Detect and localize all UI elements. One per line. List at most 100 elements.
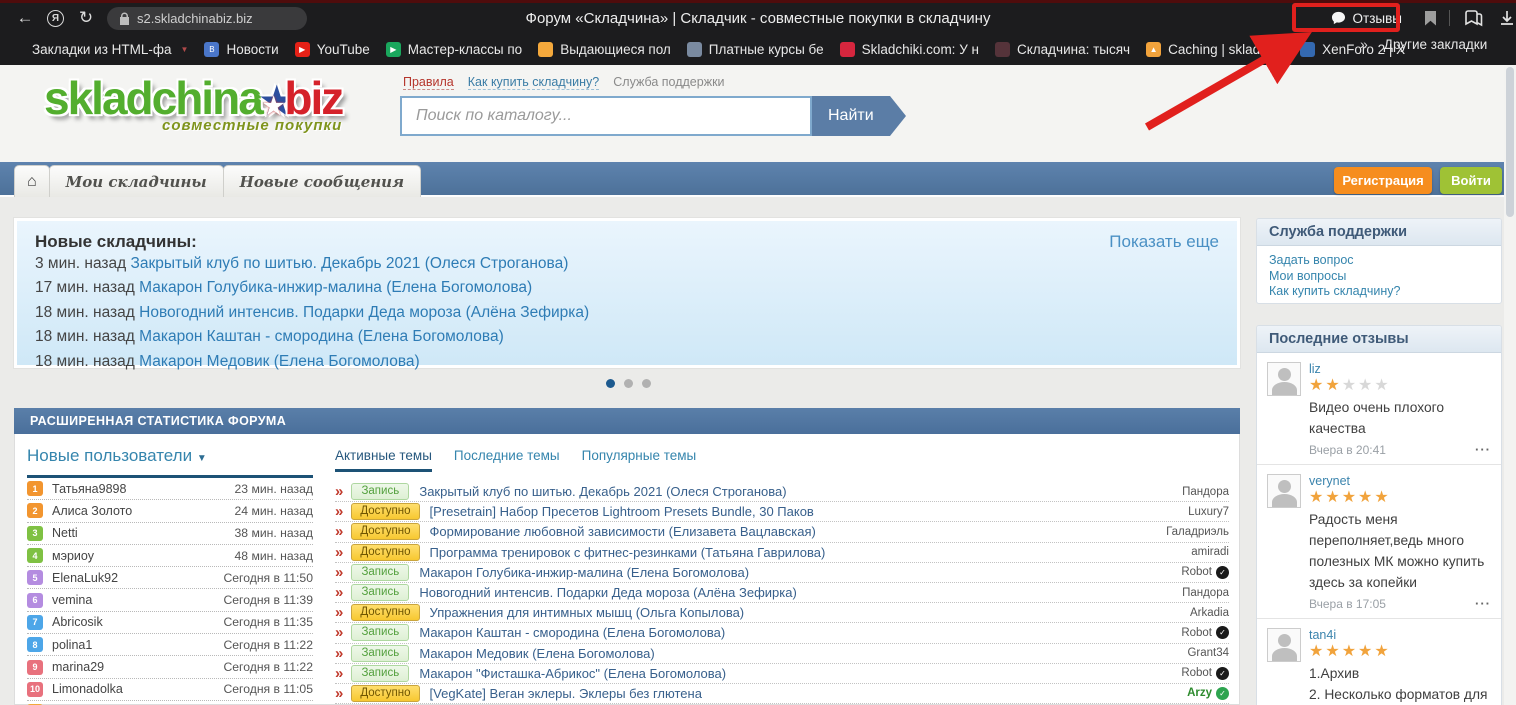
avatar[interactable]	[1267, 362, 1301, 396]
item-link[interactable]: Новогодний интенсив. Подарки Деда мороза…	[139, 304, 589, 321]
topic-link[interactable]: Макарон "Фисташка-Абрикос" (Елена Богомо…	[419, 666, 726, 681]
user-name-link[interactable]: polina1	[52, 638, 92, 652]
user-name-link[interactable]: Limonadolka	[52, 682, 123, 696]
bookmark-label: YouTube	[317, 42, 370, 57]
address-bar[interactable]: s2.skladchinabiz.biz	[107, 7, 307, 30]
register-button[interactable]: Регистрация	[1334, 167, 1432, 194]
rank-badge: 9	[27, 660, 43, 675]
avatar[interactable]	[1267, 628, 1301, 662]
home-tab[interactable]: ⌂	[14, 165, 50, 197]
review-menu-dots[interactable]: ···	[1475, 442, 1491, 457]
topic-author-link[interactable]: Robot	[1181, 566, 1212, 578]
bookmark-item[interactable]: Skladchiki.com: У н	[840, 42, 979, 57]
rules-link[interactable]: Правила	[403, 75, 454, 90]
user-name-link[interactable]: Abricosik	[52, 615, 103, 629]
collections-icon[interactable]	[1463, 8, 1485, 28]
topic-author-link[interactable]: Grant34	[1187, 647, 1229, 659]
topic-author-link[interactable]: Luxury7	[1188, 506, 1229, 518]
topic-status-badge: Запись	[351, 645, 409, 662]
topic-link[interactable]: Программа тренировок с фитнес-резинками …	[430, 545, 826, 560]
bookmark-item[interactable]: Закладки из HTML-фа ▼	[10, 42, 188, 57]
user-name-link[interactable]: Netti	[52, 526, 78, 540]
other-bookmarks-button[interactable]: Другие закладки	[1384, 37, 1487, 52]
tab-new-messages[interactable]: Новые сообщения	[223, 165, 421, 197]
carousel-dot-3[interactable]	[642, 379, 651, 388]
bookmark-item[interactable]: В Новости	[204, 42, 278, 57]
bookmark-label: Закладки из HTML-фа	[32, 42, 172, 57]
review-menu-dots[interactable]: ···	[1475, 596, 1491, 611]
topic-link[interactable]: [Presetrain] Набор Пресетов Lightroom Pr…	[430, 504, 814, 519]
topic-author-link[interactable]: Robot	[1181, 627, 1212, 639]
review-item: tan4i ★★★★★ 1.Архив 2. Несколько формато…	[1257, 619, 1501, 705]
topic-link[interactable]: Макарон Каштан - смородина (Елена Богомо…	[419, 625, 725, 640]
support-link-item[interactable]: Как купить складчину?	[1269, 284, 1489, 300]
carousel-dot-1[interactable]	[606, 379, 615, 388]
topic-link[interactable]: Макарон Голубика-инжир-малина (Елена Бог…	[419, 565, 749, 580]
topic-author-link[interactable]: Arzy	[1187, 687, 1212, 699]
support-link-item[interactable]: Мои вопросы	[1269, 269, 1489, 285]
back-button[interactable]: ←	[10, 8, 40, 28]
browser-logo-icon[interactable]: Я	[47, 10, 64, 27]
bookmark-item[interactable]: ▲ Caching | skladchik	[1146, 42, 1284, 57]
avatar[interactable]	[1267, 474, 1301, 508]
reviewer-name-link[interactable]: tan4i	[1309, 628, 1491, 642]
bookmark-item[interactable]: Складчина: тысяч	[995, 42, 1130, 57]
support-link[interactable]: Служба поддержки	[613, 75, 724, 90]
user-name-link[interactable]: Татьяна9898	[52, 482, 126, 496]
bookmark-item[interactable]: Платные курсы бе	[687, 42, 824, 57]
tab-popular-topics[interactable]: Популярные темы	[582, 448, 697, 472]
topic-author-link[interactable]: Arkadia	[1190, 607, 1229, 619]
user-name-link[interactable]: marina29	[52, 660, 104, 674]
user-name-link[interactable]: ElenaLuk92	[52, 571, 118, 585]
bookmark-item[interactable]: ▶ Мастер-классы по	[386, 42, 522, 57]
table-row: » Запись Макарон Медовик (Елена Богомоло…	[335, 644, 1229, 664]
site-page: skladchina★★biz совместные покупки Прави…	[0, 65, 1516, 705]
user-name-link[interactable]: мэриоу	[52, 549, 94, 563]
refresh-button[interactable]: ↻	[71, 8, 101, 28]
item-link[interactable]: Макарон Медовик (Елена Богомолова)	[139, 353, 420, 370]
search-input[interactable]	[400, 96, 812, 136]
login-button[interactable]: Войти	[1440, 167, 1502, 194]
topic-link[interactable]: Новогодний интенсив. Подарки Деда мороза…	[419, 585, 796, 600]
double-chevron-icon: »	[335, 645, 343, 662]
topic-author-link[interactable]: Пандора	[1182, 587, 1229, 599]
item-link[interactable]: Макарон Каштан - смородина (Елена Богомо…	[139, 328, 504, 345]
tab-last-topics[interactable]: Последние темы	[454, 448, 560, 472]
support-link-item[interactable]: Задать вопрос	[1269, 253, 1489, 269]
bookmark-flag-icon[interactable]	[1425, 11, 1436, 26]
bookmark-item[interactable]: ▶ YouTube	[295, 42, 370, 57]
new-users-title[interactable]: Новые пользователи ▼	[27, 446, 313, 478]
bookmark-label: Платные курсы бе	[709, 42, 824, 57]
topic-link[interactable]: Формирование любовной зависимости (Елиза…	[430, 524, 816, 539]
item-link[interactable]: Закрытый клуб по шитью. Декабрь 2021 (Ол…	[131, 255, 569, 272]
topic-author-link[interactable]: Галадриэль	[1166, 526, 1229, 538]
tab-my-skladchiny[interactable]: Мои складчины	[49, 165, 224, 197]
item-link[interactable]: Макарон Голубика-инжир-малина (Елена Бог…	[139, 279, 532, 296]
topic-author-link[interactable]: Robot	[1181, 667, 1212, 679]
topic-author-link[interactable]: Пандора	[1182, 486, 1229, 498]
item-time: 18 мин. назад	[35, 353, 135, 370]
reviewer-name-link[interactable]: liz	[1309, 362, 1491, 376]
table-row: 3 Netti 38 мин. назад	[27, 523, 313, 545]
carousel-dot-2[interactable]	[624, 379, 633, 388]
reviews-extension-button[interactable]: Отзывы	[1321, 7, 1412, 30]
user-name-link[interactable]: vemina	[52, 593, 92, 607]
topic-link[interactable]: Макарон Медовик (Елена Богомолова)	[419, 646, 654, 661]
user-name-link[interactable]: Алиса Золото	[52, 504, 132, 518]
download-icon[interactable]	[1498, 9, 1516, 27]
tab-active-topics[interactable]: Активные темы	[335, 448, 432, 472]
scrollbar-thumb[interactable]	[1506, 67, 1514, 217]
page-scrollbar[interactable]	[1504, 65, 1516, 705]
bookmark-item[interactable]: Выдающиеся пол	[538, 42, 671, 57]
reviewer-name-link[interactable]: verynet	[1309, 474, 1491, 488]
topic-author-link[interactable]: amiradi	[1191, 546, 1229, 558]
bookmark-favicon: ▶	[295, 42, 310, 57]
show-more-link[interactable]: Показать еще	[1109, 232, 1219, 252]
search-button[interactable]: Найти	[812, 96, 890, 136]
how-to-buy-link[interactable]: Как купить складчину?	[468, 75, 600, 90]
topic-link[interactable]: Закрытый клуб по шитью. Декабрь 2021 (Ол…	[419, 484, 786, 499]
topic-link[interactable]: [VegKate] Веган эклеры. Эклеры без глюте…	[430, 686, 702, 701]
topic-link[interactable]: Упражнения для интимных мышц (Ольга Копы…	[430, 605, 745, 620]
site-logo[interactable]: skladchina★★biz совместные покупки	[44, 71, 342, 134]
bookmarks-overflow-chevron[interactable]: »	[1360, 36, 1368, 52]
